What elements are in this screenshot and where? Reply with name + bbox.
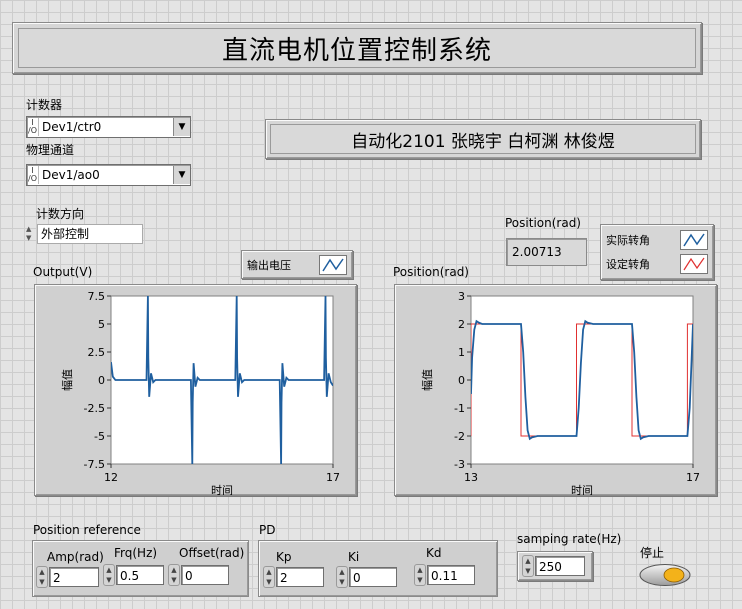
sampling-rate-field[interactable]: 250 <box>535 556 585 576</box>
position-indicator: 2.00713 <box>506 238 587 266</box>
kd-label: Kd <box>426 546 442 560</box>
position-reference-cluster: Amp(rad) ▲ ▼ 2 Frq(Hz) ▲ ▼ 0.5 Offset(rad)… <box>32 540 249 597</box>
position-chart-frame: 3 2 1 0 -1 -2 -3 13 17 幅值时间 <box>394 284 717 496</box>
kp-label: Kp <box>276 550 292 564</box>
y-tick-label: -2 <box>454 430 465 443</box>
y-tick-label: -2.5 <box>84 402 105 415</box>
x-tick-label: 12 <box>104 471 118 484</box>
channel-value: Dev1/ao0 <box>42 168 100 182</box>
sampling-rate-label: samping rate(Hz) <box>517 532 622 546</box>
legend-item-setpoint[interactable]: 设定转角 <box>606 254 708 274</box>
output-legend[interactable]: 输出电压 <box>241 250 353 279</box>
ki-label: Ki <box>348 550 360 564</box>
authors-text: 自动化2101 张晓宇 白柯渊 林俊煜 <box>270 124 696 154</box>
direction-label: 计数方向 <box>36 207 85 221</box>
position-chart-title: Position(rad) <box>393 265 469 279</box>
y-tick-label: -1 <box>454 402 465 415</box>
kd-control[interactable]: ▲ ▼ 0.11 <box>414 564 475 586</box>
x-tick-label: 13 <box>464 471 478 484</box>
y-tick-label: 0 <box>98 374 105 387</box>
position-legend[interactable]: 实际转角 设定转角 <box>600 224 714 280</box>
direction-ring[interactable]: ▲ ▼ 外部控制 <box>26 224 143 244</box>
legend-item-actual[interactable]: 实际转角 <box>606 230 708 250</box>
stop-button[interactable] <box>638 563 692 587</box>
y-tick-label: -3 <box>454 458 465 471</box>
sampling-rate-control[interactable]: ▲ ▼ 250 <box>522 555 585 577</box>
y-tick-label: 2.5 <box>88 346 106 359</box>
y-tick-label: 7.5 <box>88 290 106 303</box>
position-indicator-label: Position(rad) <box>505 216 581 230</box>
legend-item-output[interactable]: 输出电压 <box>247 254 347 275</box>
chevron-down-icon[interactable]: ▼ <box>173 166 190 184</box>
legend-setpoint-label: 设定转角 <box>606 258 650 271</box>
frq-label: Frq(Hz) <box>114 546 158 560</box>
kp-field[interactable]: 2 <box>276 567 324 587</box>
frq-control[interactable]: ▲ ▼ 0.5 <box>103 564 164 586</box>
increment-decrement-icon[interactable]: ▲ ▼ <box>263 566 275 588</box>
authors-panel: 自动化2101 张晓宇 白柯渊 林俊煜 <box>265 119 701 159</box>
direction-value: 外部控制 <box>37 224 143 244</box>
line-swatch-icon <box>680 230 708 250</box>
increment-decrement-icon[interactable]: ▲ ▼ <box>168 564 180 586</box>
output-chart-frame: 7.5 5 2.5 0 -2.5 -5 -7.5 12 17 幅值时间 <box>34 284 357 496</box>
pd-cluster: Kp ▲ ▼ 2 Ki ▲ ▼ 0 Kd ▲ ▼ 0.11 <box>258 540 498 597</box>
kd-field[interactable]: 0.11 <box>427 565 475 585</box>
x-axis-label: 时间 <box>211 484 233 495</box>
line-swatch-icon <box>319 254 347 275</box>
kp-control[interactable]: ▲ ▼ 2 <box>263 566 324 588</box>
offset-field[interactable]: 0 <box>181 565 229 585</box>
counter-label: 计数器 <box>26 98 63 112</box>
ki-field[interactable]: 0 <box>349 567 397 587</box>
y-tick-label: -7.5 <box>84 458 105 471</box>
io-icon: I/O <box>28 118 39 136</box>
x-tick-label: 17 <box>686 471 700 484</box>
y-axis-label: 幅值 <box>61 369 74 391</box>
y-tick-label: 3 <box>458 290 465 303</box>
counter-selector[interactable]: I/O Dev1/ctr0 ▼ <box>26 116 191 138</box>
page-title: 直流电机位置控制系统 <box>18 28 696 68</box>
legend-actual-label: 实际转角 <box>606 234 650 247</box>
frq-field[interactable]: 0.5 <box>116 565 164 585</box>
position-value: 2.00713 <box>512 245 562 259</box>
increment-decrement-icon[interactable]: ▲ ▼ <box>522 555 534 577</box>
amp-field[interactable]: 2 <box>49 567 99 587</box>
sampling-rate-frame: ▲ ▼ 250 <box>517 551 593 581</box>
increment-decrement-icon[interactable]: ▲ ▼ <box>414 564 426 586</box>
ki-control[interactable]: ▲ ▼ 0 <box>336 566 397 588</box>
channel-label: 物理通道 <box>26 143 75 157</box>
position-chart[interactable]: 3 2 1 0 -1 -2 -313 17 幅值时间 <box>395 285 716 495</box>
position-reference-label: Position reference <box>33 523 141 537</box>
legend-output-label: 输出电压 <box>247 258 291 272</box>
pd-label: PD <box>259 523 276 537</box>
chevron-down-icon[interactable]: ▼ <box>173 118 190 136</box>
y-tick-label: 5 <box>98 318 105 331</box>
increment-decrement-icon[interactable]: ▲ ▼ <box>36 566 48 588</box>
stop-label: 停止 <box>640 546 665 560</box>
title-panel: 直流电机位置控制系统 <box>12 22 702 74</box>
output-chart[interactable]: 7.5 5 2.5 0 -2.5 -5 -7.512 17 幅值时间 <box>35 285 356 495</box>
amp-control[interactable]: ▲ ▼ 2 <box>36 566 99 588</box>
x-tick-label: 17 <box>326 471 340 484</box>
ring-arrows-icon[interactable]: ▲ ▼ <box>26 224 37 244</box>
increment-decrement-icon[interactable]: ▲ ▼ <box>336 566 348 588</box>
io-icon: I/O <box>28 166 39 184</box>
output-chart-title: Output(V) <box>33 265 93 279</box>
increment-decrement-icon[interactable]: ▲ ▼ <box>103 564 115 586</box>
y-tick-label: 2 <box>458 318 465 331</box>
offset-control[interactable]: ▲ ▼ 0 <box>168 564 229 586</box>
offset-label: Offset(rad) <box>179 546 245 560</box>
plot-area[interactable] <box>470 295 694 465</box>
counter-value: Dev1/ctr0 <box>42 120 102 134</box>
y-tick-label: 1 <box>458 346 465 359</box>
amp-label: Amp(rad) <box>47 550 104 564</box>
line-swatch-icon <box>680 254 708 274</box>
y-axis-label: 幅值 <box>421 369 434 391</box>
y-tick-label: -5 <box>94 430 105 443</box>
channel-selector[interactable]: I/O Dev1/ao0 ▼ <box>26 164 191 186</box>
y-tick-label: 0 <box>458 374 465 387</box>
x-axis-label: 时间 <box>571 484 593 495</box>
